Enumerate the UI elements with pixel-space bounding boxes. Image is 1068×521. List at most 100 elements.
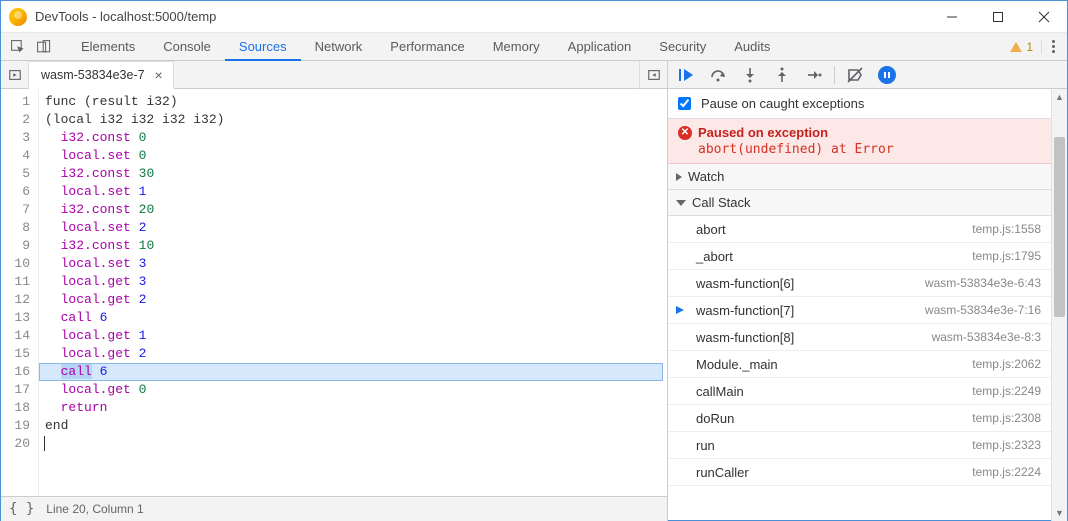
callstack-frame[interactable]: callMaintemp.js:2249	[668, 378, 1051, 405]
callstack-frame[interactable]: abort temp.js:1558	[668, 216, 1051, 243]
scroll-down-arrow[interactable]: ▼	[1052, 505, 1067, 521]
source-line[interactable]: i32.const 20	[45, 201, 667, 219]
debugger-toolbar	[668, 61, 1067, 89]
step-over-button[interactable]	[706, 63, 730, 87]
source-line[interactable]	[45, 435, 667, 453]
devtools-tab-application[interactable]: Application	[554, 33, 646, 61]
current-frame-icon	[674, 304, 686, 319]
devtools-tab-elements[interactable]: Elements	[67, 33, 149, 61]
source-file-tab-label: wasm-53834e3e-7	[41, 68, 145, 82]
pretty-print-button[interactable]: { }	[9, 501, 34, 517]
source-line[interactable]: local.get 2	[45, 345, 667, 363]
toggle-device-toolbar-button[interactable]	[31, 33, 57, 61]
devtools-tab-performance[interactable]: Performance	[376, 33, 478, 61]
pause-on-exceptions-button[interactable]	[875, 63, 899, 87]
pause-on-caught-row[interactable]: Pause on caught exceptions	[668, 89, 1051, 119]
source-line[interactable]: local.get 3	[45, 273, 667, 291]
source-line[interactable]: i32.const 0	[45, 129, 667, 147]
callstack-frame-location: wasm-53834e3e-7:16	[925, 303, 1041, 317]
paused-banner: ✕ Paused on exception abort(undefined) a…	[668, 119, 1051, 164]
devtools-tab-security[interactable]: Security	[645, 33, 720, 61]
source-line[interactable]: (local i32 i32 i32 i32)	[45, 111, 667, 129]
main-menu-button[interactable]	[1048, 36, 1059, 57]
devtools-tab-memory[interactable]: Memory	[479, 33, 554, 61]
inspect-element-button[interactable]	[5, 33, 31, 61]
source-line[interactable]: local.get 2	[45, 291, 667, 309]
callstack-frame[interactable]: Module._main temp.js:2062	[668, 351, 1051, 378]
warnings-badge[interactable]: 1	[1010, 40, 1042, 54]
pause-on-caught-checkbox[interactable]	[678, 97, 691, 110]
deactivate-breakpoints-button[interactable]	[843, 63, 867, 87]
callstack-frame[interactable]: wasm-function[8] wasm-53834e3e-8:3	[668, 324, 1051, 351]
source-line[interactable]: i32.const 30	[45, 165, 667, 183]
show-debugger-button[interactable]	[639, 61, 667, 89]
callstack-frame[interactable]: wasm-function[6]wasm-53834e3e-6:43	[668, 270, 1051, 297]
source-line[interactable]: local.get 0	[45, 381, 667, 399]
show-navigator-button[interactable]	[1, 61, 29, 89]
scrollbar-thumb[interactable]	[1054, 137, 1065, 317]
callstack-frame-location: temp.js:2323	[972, 438, 1041, 452]
callstack-frame[interactable]: doRuntemp.js:2308	[668, 405, 1051, 432]
source-line[interactable]: call 6	[45, 309, 667, 327]
source-line[interactable]: local.set 0	[45, 147, 667, 165]
step-out-button[interactable]	[770, 63, 794, 87]
devtools-main-tabs: ElementsConsoleSourcesNetworkPerformance…	[67, 33, 1010, 61]
debugger-sidebar: Pause on caught exceptions ✕ Paused on e…	[668, 89, 1067, 521]
paused-banner-detail: abort(undefined) at Error	[698, 140, 1041, 157]
callstack-frame[interactable]: run temp.js:2323	[668, 432, 1051, 459]
step-button[interactable]	[802, 63, 826, 87]
devtools-tab-audits[interactable]: Audits	[720, 33, 784, 61]
source-file-tab[interactable]: wasm-53834e3e-7 ×	[29, 61, 174, 89]
watch-section-label: Watch	[688, 169, 724, 184]
window-close-button[interactable]	[1021, 1, 1067, 33]
devtools-tab-sources[interactable]: Sources	[225, 33, 301, 61]
resume-script-button[interactable]	[674, 63, 698, 87]
window-titlebar: DevTools - localhost:5000/temp	[1, 1, 1067, 33]
devtools-tab-console[interactable]: Console	[149, 33, 225, 61]
callstack-frame-name: abort	[696, 222, 726, 237]
source-line[interactable]: local.set 3	[45, 255, 667, 273]
source-editor[interactable]: 1234567891011121314151617181920 func (re…	[1, 89, 667, 496]
devtools-main-tabbar: ElementsConsoleSourcesNetworkPerformance…	[1, 33, 1067, 61]
source-file-tabbar: wasm-53834e3e-7 ×	[1, 61, 667, 89]
callstack-section-header[interactable]: Call Stack	[668, 190, 1051, 216]
error-icon: ✕	[678, 126, 692, 140]
editor-statusbar: { } Line 20, Column 1	[1, 496, 667, 521]
devtools-tab-network[interactable]: Network	[301, 33, 377, 61]
window-maximize-button[interactable]	[975, 1, 1021, 33]
callstack-frame-name: runCaller	[696, 465, 749, 480]
callstack-frame[interactable]: wasm-function[7] wasm-53834e3e-7:16	[668, 297, 1051, 324]
source-line[interactable]: call 6	[45, 363, 667, 381]
step-into-button[interactable]	[738, 63, 762, 87]
watch-section-header[interactable]: Watch	[668, 164, 1051, 190]
source-line[interactable]: local.set 2	[45, 219, 667, 237]
callstack-frame-name: run	[696, 438, 715, 453]
devtools-app-icon	[9, 8, 27, 26]
callstack-frame-location: temp.js:2062	[972, 357, 1041, 371]
scroll-up-arrow[interactable]: ▲	[1052, 89, 1067, 105]
callstack-frame-name: wasm-function[7]	[696, 303, 794, 318]
debugger-scrollbar[interactable]: ▲ ▼	[1051, 89, 1067, 521]
callstack-frame[interactable]: runCallertemp.js:2224	[668, 459, 1051, 486]
line-number-gutter[interactable]: 1234567891011121314151617181920	[1, 89, 39, 496]
callstack-frame-location: temp.js:1558	[972, 222, 1041, 236]
callstack-frame[interactable]: _abort temp.js:1795	[668, 243, 1051, 270]
callstack-frame-location: temp.js:1795	[972, 249, 1041, 263]
source-line[interactable]: local.set 1	[45, 183, 667, 201]
source-line[interactable]: i32.const 10	[45, 237, 667, 255]
callstack-frame-name: _abort	[696, 249, 733, 264]
callstack-frame-location: wasm-53834e3e-6:43	[925, 276, 1041, 290]
callstack-frame-name: wasm-function[8]	[696, 330, 794, 345]
callstack-frame-name: Module._main	[696, 357, 778, 372]
source-code-area[interactable]: func (result i32)(local i32 i32 i32 i32)…	[39, 89, 667, 496]
callstack-frame-location: wasm-53834e3e-8:3	[932, 330, 1041, 344]
source-line[interactable]: end	[45, 417, 667, 435]
source-line[interactable]: return	[45, 399, 667, 417]
source-line[interactable]: func (result i32)	[45, 93, 667, 111]
window-minimize-button[interactable]	[929, 1, 975, 33]
paused-banner-title: Paused on exception	[698, 125, 828, 140]
source-line[interactable]: local.get 1	[45, 327, 667, 345]
chevron-right-icon	[676, 173, 682, 181]
window-title: DevTools - localhost:5000/temp	[35, 9, 929, 24]
close-tab-icon[interactable]: ×	[153, 67, 165, 83]
